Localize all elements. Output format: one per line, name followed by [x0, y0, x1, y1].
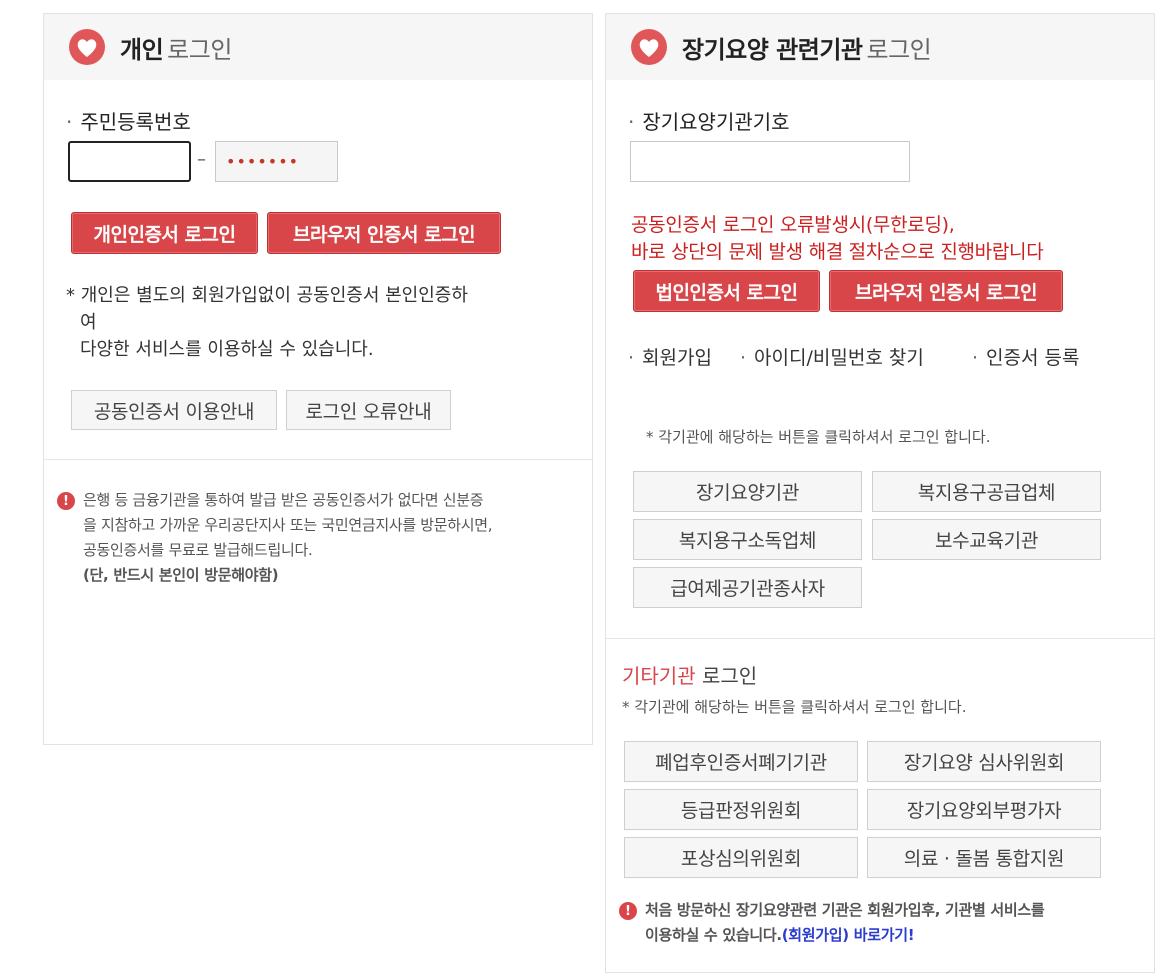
institution-hint: * 각기관에 해당하는 버튼을 클릭하셔서 로그인 합니다.: [646, 428, 991, 446]
personal-divider: [44, 459, 592, 460]
resident-number-second-input[interactable]: •••••••: [215, 141, 338, 182]
resident-number-dash: –: [197, 149, 206, 170]
grade-committee-button[interactable]: 등급판정위원회: [624, 789, 858, 830]
personal-login-panel: 개인로그인 주민등록번호 – ••••••• 개인인증서 로그인 브라우저 인증…: [43, 13, 593, 745]
cert-guide-button[interactable]: 공동인증서 이용안내: [71, 390, 277, 430]
heart-logo-icon: [631, 29, 667, 65]
corp-cert-login-button[interactable]: 법인인증서 로그인: [633, 270, 820, 312]
personal-browser-cert-login-button[interactable]: 브라우저 인증서 로그인: [267, 212, 501, 254]
institution-login-panel: 장기요양 관련기관로그인 장기요양기관기호 공동인증서 로그인 오류발생시(무한…: [605, 13, 1155, 973]
welfare-disinfect-button[interactable]: 복지용구소독업체: [633, 519, 862, 560]
institution-code-input[interactable]: [630, 141, 910, 182]
refresher-education-button[interactable]: 보수교육기관: [872, 519, 1101, 560]
signup-link[interactable]: 회원가입: [628, 343, 712, 370]
personal-panel-header: 개인 로그인: [44, 14, 592, 80]
resident-number-label: 주민등록번호: [66, 106, 190, 135]
footer-alert-icon: !: [619, 902, 637, 920]
closed-cert-disposal-button[interactable]: 폐업후인증서폐기기관: [624, 741, 858, 782]
personal-cert-login-button[interactable]: 개인인증서 로그인: [71, 212, 258, 254]
benefit-provider-staff-button[interactable]: 급여제공기관종사자: [633, 567, 862, 608]
cert-issue-info: 은행 등 금융기관을 통하여 발급 받은 공동인증서가 없다면 신분증 을 지참…: [83, 491, 493, 584]
signup-shortcut-link[interactable]: (회원가입) 바로가기!: [782, 926, 915, 944]
welfare-supply-button[interactable]: 복지용구공급업체: [872, 471, 1101, 512]
personal-panel-title: 개인 로그인: [120, 35, 232, 64]
external-evaluator-button[interactable]: 장기요양외부평가자: [867, 789, 1101, 830]
ltc-institution-button[interactable]: 장기요양기관: [633, 471, 862, 512]
institution-code-label: 장기요양기관기호: [628, 106, 789, 135]
resident-number-first-input[interactable]: [68, 141, 191, 182]
other-institution-hint: * 각기관에 해당하는 버튼을 클릭하셔서 로그인 합니다.: [622, 698, 967, 716]
ltc-review-committee-button[interactable]: 장기요양 심사위원회: [867, 741, 1101, 782]
heart-logo-icon: [69, 29, 105, 65]
register-cert-link[interactable]: 인증서 등록: [972, 343, 1079, 370]
login-error-guide-button[interactable]: 로그인 오류안내: [286, 390, 451, 430]
institution-panel-header: 장기요양 관련기관 로그인: [606, 14, 1154, 80]
find-id-password-link[interactable]: 아이디/비밀번호 찾기: [740, 343, 924, 370]
personal-notice: * 개인은 별도의 회원가입없이 공동인증서 본인인증하 여 다양한 서비스를 …: [66, 285, 468, 360]
cert-error-notice: 공동인증서 로그인 오류발생시(무한로딩), 바로 상단의 문제 발생 해결 절…: [631, 214, 1044, 263]
institution-panel-title: 장기요양 관련기관 로그인: [682, 35, 932, 64]
institution-footer-notice: 처음 방문하신 장기요양관련 기관은 회원가입후, 기관별 서비스를 이용하실 …: [645, 901, 1045, 944]
other-institution-title: 기타기관 로그인: [622, 664, 758, 688]
integrated-care-button[interactable]: 의료 · 돌봄 통합지원: [867, 837, 1101, 878]
institution-browser-cert-login-button[interactable]: 브라우저 인증서 로그인: [829, 270, 1063, 312]
info-alert-icon: !: [57, 492, 75, 510]
institution-divider: [606, 638, 1154, 639]
award-committee-button[interactable]: 포상심의위원회: [624, 837, 858, 878]
